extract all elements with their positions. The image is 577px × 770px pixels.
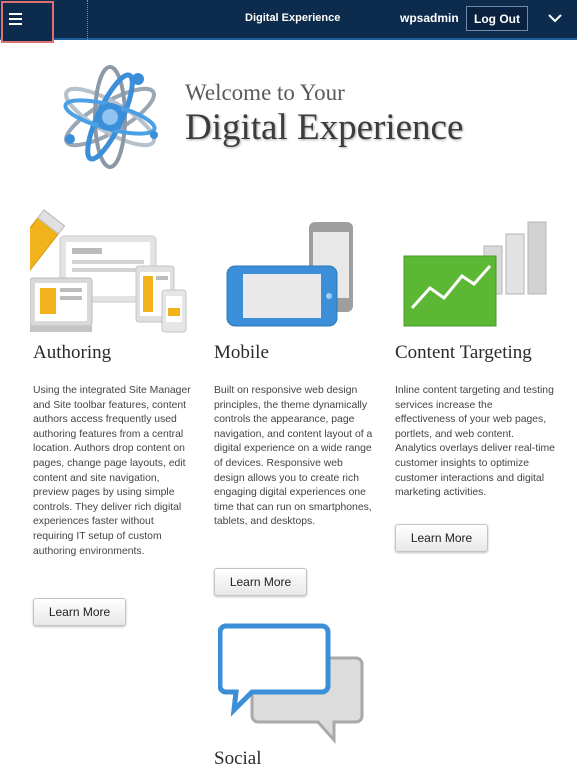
analytics-chart-icon	[403, 221, 547, 327]
authoring-description: Using the integrated Site Manager and Si…	[33, 385, 191, 557]
logout-button[interactable]: Log Out	[466, 6, 528, 31]
content-targeting-learn-more-button[interactable]: Learn More	[395, 524, 488, 552]
authoring-devices-icon	[30, 209, 187, 333]
hero-title: Digital Experience	[185, 107, 464, 148]
content-targeting-heading: Content Targeting	[395, 342, 532, 363]
authoring-learn-more-button[interactable]: Learn More	[33, 598, 126, 626]
mobile-description: Built on responsive web design principle…	[214, 385, 373, 528]
mobile-heading: Mobile	[214, 342, 269, 363]
social-heading: Social	[214, 748, 262, 769]
chevron-down-icon[interactable]	[547, 10, 563, 26]
mobile-devices-icon	[226, 222, 353, 327]
menu-icon	[9, 13, 22, 15]
atom-logo-icon	[63, 65, 158, 169]
mobile-learn-more-button[interactable]: Learn More	[214, 568, 307, 596]
hamburger-menu-button[interactable]	[1, 1, 54, 43]
hero-subtitle: Welcome to Your	[185, 80, 345, 105]
chat-bubbles-icon	[218, 623, 364, 744]
username-link[interactable]: wpsadmin	[400, 11, 459, 25]
top-navigation-bar: Digital Experience wpsadmin Log Out	[0, 0, 577, 43]
authoring-heading: Authoring	[33, 342, 112, 363]
content-targeting-description: Inline content targeting and testing ser…	[395, 385, 555, 499]
divider	[87, 0, 88, 40]
app-title: Digital Experience	[245, 12, 341, 24]
